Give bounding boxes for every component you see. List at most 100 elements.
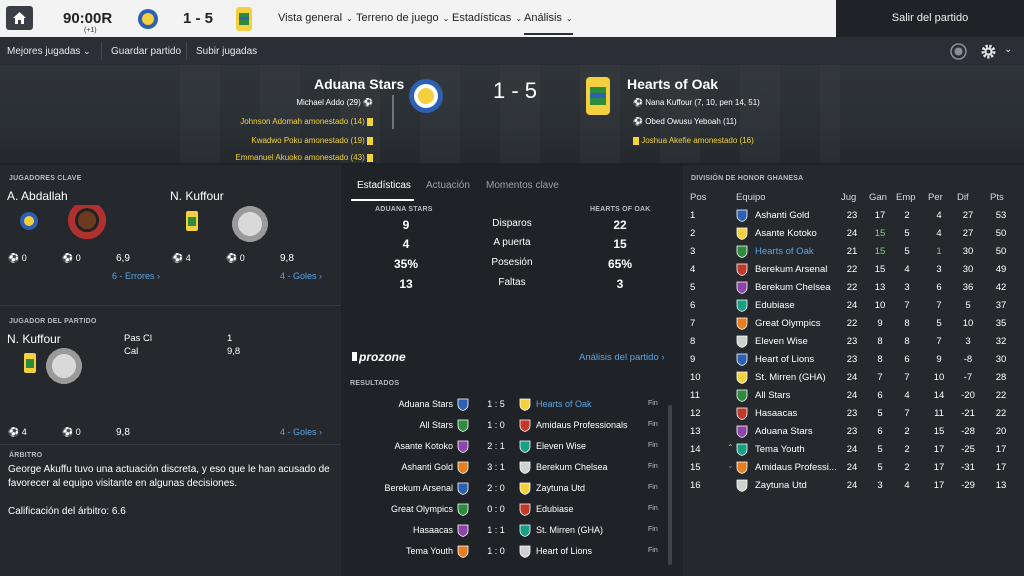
logo-text: prozone	[359, 350, 406, 364]
result-status: Fin	[648, 484, 658, 491]
tab-estadisticas[interactable]: Estadísticas	[357, 180, 411, 191]
tab-actuacion[interactable]: Actuación	[426, 180, 470, 191]
league-row[interactable]: 11 All Stars 24 6 4 14 -20 22	[683, 386, 1024, 404]
away-goal-event: ⚽ Nana Kuffour (7, 10, pen 14, 51)	[633, 98, 760, 107]
team-name: Asante Kotoko	[755, 228, 817, 239]
rating-stat: 6,9	[116, 253, 130, 264]
result-row[interactable]: Asante Kotoko 2 : 1 Eleven Wise Fin	[341, 436, 661, 457]
key-player-away-name[interactable]: N. Kuffour	[170, 189, 224, 203]
yellow-card-icon	[367, 153, 373, 162]
col-header: Pts	[990, 192, 1004, 203]
team-crest	[736, 425, 748, 441]
league-row[interactable]: 9 Heart of Lions 23 8 6 9 -8 30	[683, 350, 1024, 368]
league-row[interactable]: 12 Hasaacas 23 5 7 11 -21 22	[683, 404, 1024, 422]
result-row[interactable]: Great Olympics 0 : 0 Edubiase Fin	[341, 499, 661, 520]
goals-link[interactable]: 4 - Goles ›	[280, 271, 322, 281]
team-crest	[736, 209, 748, 225]
events-scrollbar[interactable]	[392, 95, 394, 129]
result-away-team: Hearts of Oak	[536, 399, 592, 409]
league-row[interactable]: 10 St. Mirren (GHA) 24 7 7 10 -7 28	[683, 368, 1024, 386]
player-photo[interactable]	[68, 205, 106, 243]
stat-pts: 17	[995, 444, 1007, 455]
league-row[interactable]: 1 Ashanti Gold 23 17 2 4 27 53	[683, 206, 1024, 224]
away-value: 3	[616, 277, 624, 291]
rating-stat: 9,8	[116, 427, 130, 438]
yellow-card-icon	[633, 136, 639, 145]
position: 7	[690, 318, 696, 329]
exit-match-button[interactable]: Salir del partido	[836, 0, 1024, 37]
team-crest-icon	[736, 371, 748, 384]
best-plays-dropdown[interactable]: Mejores jugadas ⌄	[7, 46, 91, 57]
chevron-down-icon: ⌄	[442, 14, 450, 23]
team-crest-icon	[519, 461, 531, 474]
chevron-down-icon: ⌄	[515, 14, 523, 23]
team-crest	[736, 317, 748, 333]
nav-terreno-de-juego[interactable]: Terreno de juego ⌄	[356, 12, 449, 24]
position: 5	[690, 282, 696, 293]
team-crest-icon	[457, 461, 469, 474]
league-row[interactable]: 6 Edubiase 24 10 7 7 5 37	[683, 296, 1024, 314]
away-value: 65%	[607, 257, 633, 271]
stat-d: 7	[904, 408, 910, 419]
result-row[interactable]: Berekum Arsenal 2 : 0 Zaytuna Utd Fin	[341, 478, 661, 499]
stat-w: 10	[874, 300, 886, 311]
league-row[interactable]: 4 Berekum Arsenal 22 15 4 3 30 49	[683, 260, 1024, 278]
stat-pts: 28	[995, 372, 1007, 383]
league-row[interactable]: 5 Berekum Chelsea 22 13 3 6 36 42	[683, 278, 1024, 296]
stat-d: 2	[904, 210, 910, 221]
results-scrollbar[interactable]	[668, 405, 672, 565]
aduana-stars-crest-icon	[20, 212, 38, 230]
league-row[interactable]: 16 Zaytuna Utd 24 3 4 17 -29 13	[683, 476, 1024, 494]
col-header: Equipo	[736, 192, 766, 203]
league-row[interactable]: 13 Aduana Stars 23 6 2 15 -28 20	[683, 422, 1024, 440]
upload-plays-button[interactable]: Subir jugadas	[196, 46, 257, 57]
league-row[interactable]: 3 Hearts of Oak 21 15 5 1 30 50	[683, 242, 1024, 260]
league-row[interactable]: 7 Great Olympics 22 9 8 5 10 35	[683, 314, 1024, 332]
record-icon[interactable]	[950, 43, 967, 60]
player-silhouette[interactable]	[231, 205, 269, 243]
player-silhouette[interactable]	[45, 347, 83, 385]
nav-vista-general[interactable]: Vista general ⌄	[278, 12, 353, 24]
result-row[interactable]: All Stars 1 : 0 Amidaus Professionals Fin	[341, 415, 661, 436]
league-row[interactable]: 8 Eleven Wise 23 8 8 7 3 32	[683, 332, 1024, 350]
potm-name[interactable]: N. Kuffour	[7, 332, 61, 346]
stat-p: 22	[846, 282, 858, 293]
result-row[interactable]: Ashanti Gold 3 : 1 Berekum Chelsea Fin	[341, 457, 661, 478]
position: 15	[690, 462, 701, 473]
nav-estadisticas[interactable]: Estadísticas ⌄	[452, 12, 522, 24]
away-value: 22	[613, 218, 627, 232]
save-match-button[interactable]: Guardar partido	[111, 46, 181, 57]
chevron-down-icon[interactable]: ⌄	[1004, 44, 1012, 55]
league-row[interactable]: 2 Asante Kotoko 24 15 5 4 27 50	[683, 224, 1024, 242]
team-crest-icon	[736, 461, 748, 474]
stat-p: 24	[846, 300, 858, 311]
away-goal-event: ⚽ Obed Owusu Yeboah (11)	[633, 117, 737, 126]
team-crest	[736, 245, 748, 261]
match-analysis-link[interactable]: Análisis del partido ›	[579, 352, 665, 363]
stat-pts: 53	[995, 210, 1007, 221]
team-name: All Stars	[755, 390, 791, 401]
tab-momentos-clave[interactable]: Momentos clave	[486, 180, 559, 191]
gear-icon[interactable]	[980, 43, 997, 60]
team-crest-icon	[736, 317, 748, 330]
result-row[interactable]: Aduana Stars 1 : 5 Hearts of Oak Fin	[341, 394, 661, 415]
nav-analisis[interactable]: Análisis ⌄	[524, 12, 573, 35]
result-score: 1 : 5	[487, 399, 505, 409]
goals-link[interactable]: 4 - Goles ›	[280, 427, 322, 437]
home-button[interactable]	[6, 6, 33, 30]
stat-l: 14	[933, 390, 945, 401]
stat-p: 23	[846, 426, 858, 437]
key-player-home-name[interactable]: A. Abdallah	[7, 189, 68, 203]
league-row[interactable]: 15 Amidaus Professi... 24 5 2 17 -31 17 ⌄	[683, 458, 1024, 476]
stat-pts: 42	[995, 282, 1007, 293]
result-row[interactable]: Tema Youth 1 : 0 Heart of Lions Fin	[341, 541, 661, 562]
team-crest	[736, 299, 748, 315]
goals-stat: ⚽ 4	[8, 427, 27, 437]
stat-l: 17	[933, 444, 945, 455]
top-score: 1 - 5	[183, 10, 214, 27]
errors-link[interactable]: 6 - Errores ›	[112, 271, 160, 281]
referee-text: favorecer al equipo visitante en algunas…	[8, 478, 238, 489]
result-row[interactable]: Hasaacas 1 : 1 St. Mirren (GHA) Fin	[341, 520, 661, 541]
nav-label: Vista general	[278, 12, 343, 24]
league-row[interactable]: 14 Tema Youth 24 5 2 17 -25 17 ⌃	[683, 440, 1024, 458]
